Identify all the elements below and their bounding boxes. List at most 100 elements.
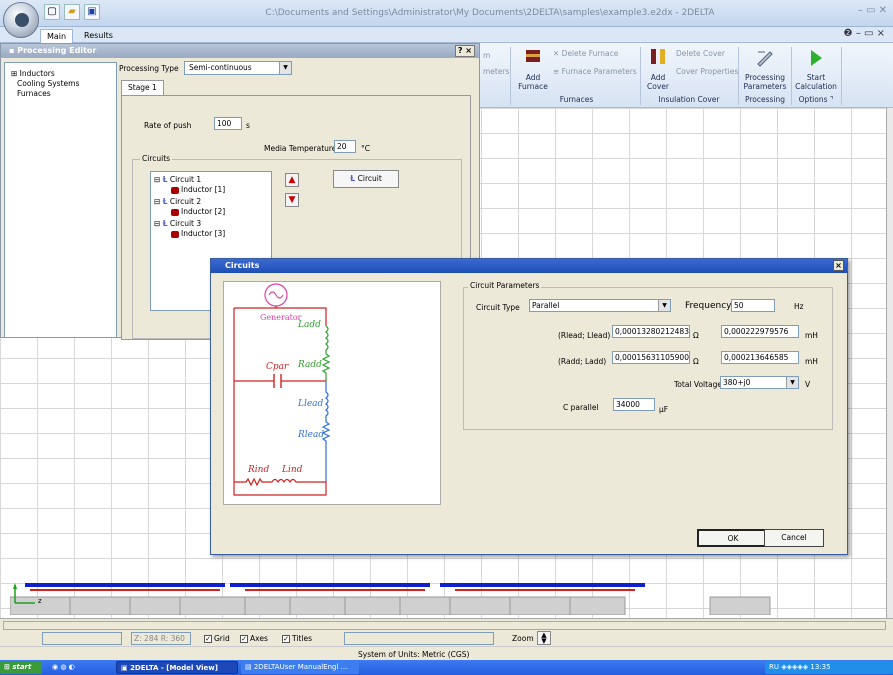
checkbox-checked-icon[interactable]: ✓	[204, 635, 212, 643]
taskbar: ⊞ start ◉ ◍ ◐ ▣ 2DELTA - [Model View] ▤ …	[0, 660, 893, 675]
start-calculation-button[interactable]: Start Calculation	[794, 47, 838, 91]
tree-inductor-3[interactable]: Inductor [3]	[171, 229, 225, 238]
document-icon: ▤	[245, 663, 254, 671]
move-down-button[interactable]: ▼	[285, 193, 299, 207]
help-close-buttons[interactable]: ? ×	[454, 45, 475, 57]
total-voltage-unit: V	[805, 380, 811, 389]
collapse-icon[interactable]: ⊟	[154, 219, 160, 228]
rlead-llead-label: (Rlead; Llead)	[558, 331, 611, 340]
cancel-button[interactable]: Cancel	[764, 529, 824, 547]
units-bar: System of Units: Metric (CGS)	[0, 646, 893, 660]
tree-item-furnaces[interactable]: Furnaces	[17, 89, 51, 98]
chevron-down-icon[interactable]: ▼	[279, 62, 291, 74]
label-cpar: Cpar	[266, 362, 289, 372]
llead-input[interactable]: 0,000222979576	[721, 325, 799, 338]
media-temperature-input[interactable]: 20	[334, 140, 356, 153]
inductor-icon	[171, 208, 179, 216]
chevron-down-icon[interactable]: ▼	[786, 377, 798, 388]
label-lind: Lind	[281, 465, 303, 475]
label-ladd: Ladd	[297, 320, 321, 330]
processing-parameters-button[interactable]: Processing Parameters	[742, 47, 788, 91]
axis-z-label: z	[38, 597, 42, 605]
titles-checkbox[interactable]: ✓ Titles	[282, 634, 312, 643]
collapse-icon[interactable]: ⊟	[154, 175, 160, 184]
rate-of-push-input[interactable]: 100	[214, 117, 242, 130]
units-label: System of Units: Metric (CGS)	[358, 650, 470, 659]
horizontal-scrollbar[interactable]	[3, 621, 886, 630]
zoom-label: Zoom	[512, 634, 534, 643]
help-icon[interactable]: ❷ – ▭ ×	[844, 28, 885, 39]
tree-inductor-1[interactable]: Inductor [1]	[171, 185, 225, 194]
collapse-icon[interactable]: ⊟	[154, 197, 160, 206]
checkbox-checked-icon[interactable]: ✓	[282, 635, 290, 643]
processing-parameters-label: Processing Parameters	[743, 73, 787, 91]
close-button[interactable]: ×	[833, 260, 844, 271]
chevron-down-icon[interactable]: ▼	[658, 300, 670, 311]
expand-icon[interactable]: ⊞	[11, 69, 20, 78]
tree-circuit-3[interactable]: ⊟ Ɫ Circuit 3	[154, 219, 201, 228]
window-controls[interactable]: – ▭ ✕	[858, 5, 887, 16]
circuit-icon: Ɫ	[350, 174, 358, 183]
add-furnace-button[interactable]: Add Furnace	[514, 47, 552, 91]
tree-item-cooling-systems[interactable]: Cooling Systems	[17, 79, 79, 88]
taskbar-item-2delta[interactable]: ▣ 2DELTA - [Model View]	[116, 661, 238, 674]
tab-results[interactable]: Results	[78, 29, 119, 43]
total-voltage-label: Total Voltage	[674, 380, 723, 389]
ladd-input[interactable]: 0,000213646585	[721, 351, 799, 364]
language-indicator[interactable]: RU	[769, 663, 779, 671]
start-button[interactable]: ⊞ start	[0, 661, 42, 674]
save-icon[interactable]: ▣	[84, 4, 100, 20]
cover-properties-button[interactable]: Cover Properties	[676, 67, 738, 76]
add-furnace-label: Add Furnace	[518, 73, 548, 91]
circuit-type-label: Circuit Type	[476, 303, 520, 312]
processing-type-label: Processing Type	[119, 64, 179, 73]
tree-circuit-2[interactable]: ⊟ Ɫ Circuit 2	[154, 197, 201, 206]
tab-main[interactable]: Main	[40, 29, 74, 43]
radd-ladd-label: (Radd; Ladd)	[558, 357, 607, 366]
new-file-icon[interactable]: ▢	[44, 4, 60, 20]
ribbon-separator	[841, 47, 842, 105]
circuit-schematic: Generator Ladd Radd Cpar Llead Rlead Rin…	[223, 281, 441, 505]
label-rind: Rind	[247, 465, 269, 475]
circuits-legend: Circuits	[140, 154, 173, 163]
group-options: Options ⌝	[798, 95, 834, 104]
open-folder-icon[interactable]: ▰	[64, 4, 80, 20]
play-icon	[811, 50, 822, 66]
add-cover-button[interactable]: Add Cover	[643, 47, 673, 91]
frequency-input[interactable]: 50	[731, 299, 775, 312]
rlead-input[interactable]: 0,0001328021248339	[612, 325, 690, 338]
zoom-stepper[interactable]: ▲ ▼	[537, 631, 551, 645]
tab-stage-1[interactable]: Stage 1	[121, 80, 164, 95]
ribbon-separator	[738, 47, 739, 105]
dialog-launcher-icon[interactable]: ⌝	[830, 95, 834, 104]
tree-inductor-2[interactable]: Inductor [2]	[171, 207, 225, 216]
tree-item-inductors[interactable]: ⊞ Inductors	[11, 69, 55, 78]
processing-type-select[interactable]: Semi-continuous ▼	[184, 61, 292, 75]
start-calculation-label: Start Calculation	[795, 73, 837, 91]
system-tray: RU ◈◈◈◈◈ 13:35	[765, 661, 893, 674]
delete-furnace-button[interactable]: ✕ Delete Furnace	[553, 49, 618, 58]
frequency-label: Frequency:	[685, 301, 734, 311]
status-field	[42, 632, 122, 645]
circuit-type-select[interactable]: Parallel ▼	[529, 299, 671, 312]
total-voltage-input[interactable]: 380+j0 ▼	[720, 376, 799, 389]
c-parallel-input[interactable]: 34000	[613, 398, 655, 411]
delete-cover-button[interactable]: Delete Cover	[676, 49, 725, 58]
vertical-scrollbar[interactable]	[886, 108, 893, 618]
tray-icons[interactable]: ◈◈◈◈◈	[781, 663, 810, 671]
checkbox-checked-icon[interactable]: ✓	[240, 635, 248, 643]
arrow-down-icon: ▼	[288, 195, 296, 205]
application-menu-button[interactable]	[3, 2, 39, 38]
grid-checkbox[interactable]: ✓ Grid	[204, 634, 230, 643]
processing-editor-title: ▪ Processing Editor ? ×	[1, 44, 479, 58]
processing-tree: ⊞ Inductors Cooling Systems Furnaces	[4, 62, 117, 338]
move-up-button[interactable]: ▲	[285, 173, 299, 187]
ok-button[interactable]: OK	[697, 529, 769, 547]
circuit-button[interactable]: Ɫ Circuit	[333, 170, 399, 188]
tree-circuit-1[interactable]: ⊟ Ɫ Circuit 1	[154, 175, 201, 184]
axes-checkbox[interactable]: ✓ Axes	[240, 634, 268, 643]
radd-input[interactable]: 0,0001563110590074	[612, 351, 690, 364]
quick-launch-icons[interactable]: ◉ ◍ ◐	[52, 663, 75, 671]
furnace-parameters-button[interactable]: ≡ Furnace Parameters	[553, 67, 637, 76]
taskbar-item-manual[interactable]: ▤ 2DELTAUser ManualEngl ...	[241, 661, 359, 674]
